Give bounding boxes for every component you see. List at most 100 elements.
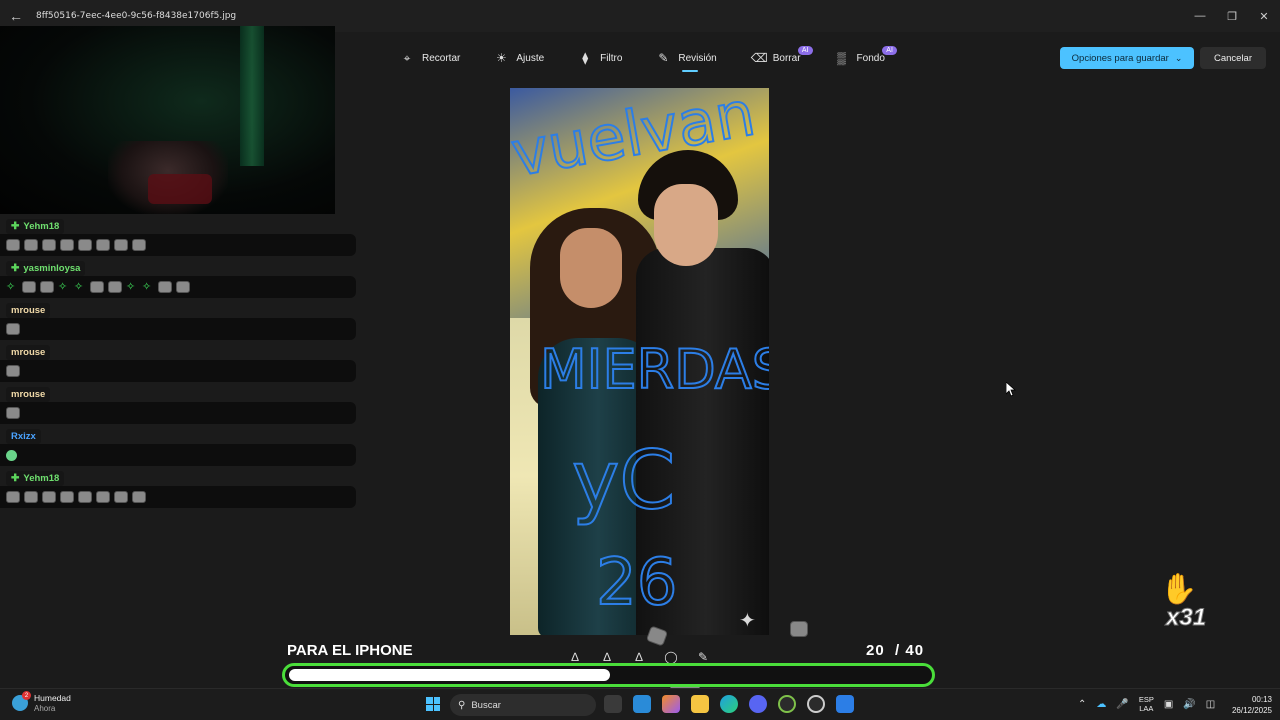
goal-total: / 40 <box>895 642 925 659</box>
cat-emote-icon <box>90 281 104 293</box>
chat-message-body <box>0 318 356 340</box>
stream-chat: ✚ Yehm18 ✚ yasminloysa ✧ ✧ ✧ ✧ ✧ mrouse mrouse mrou… <box>0 216 356 510</box>
chat-username[interactable]: Rxizx <box>6 429 41 444</box>
chat-message: ✚ Yehm18 <box>0 216 356 256</box>
lang-bottom: LAA <box>1139 704 1154 713</box>
webcam-overlay <box>0 26 335 214</box>
microphone-icon[interactable]: 🎤 <box>1116 699 1128 710</box>
edge-icon[interactable] <box>720 695 738 713</box>
touch-draw-icon[interactable]: ✎ <box>696 650 710 664</box>
maximize-icon[interactable]: ❐ <box>1216 0 1248 32</box>
store-icon[interactable] <box>633 695 651 713</box>
cat-emote-icon <box>78 491 92 503</box>
leaf-emote-icon: ✧ <box>58 281 68 293</box>
cat-emote-icon <box>6 323 20 335</box>
copilot-icon[interactable] <box>662 695 680 713</box>
goal-current: 20 <box>866 642 885 659</box>
chat-username[interactable]: mrouse <box>6 303 51 318</box>
handwriting-line-1: vuelvan <box>510 88 760 191</box>
crop-icon: ⌖ <box>403 50 411 65</box>
brightness-icon: ☀ <box>495 51 507 65</box>
tool-crop[interactable]: ⌖ Recortar <box>400 44 461 72</box>
goal-progress-bar <box>282 663 935 687</box>
task-view-icon[interactable] <box>604 695 622 713</box>
volume-icon[interactable]: 🔊 <box>1183 699 1195 710</box>
search-placeholder: Buscar <box>471 699 501 711</box>
discord-icon[interactable] <box>749 695 767 713</box>
tool-eraser[interactable]: ⌫ Borrar AI <box>750 44 813 72</box>
photo-canvas[interactable]: vuelvan MIERDAS yC 26 <box>510 88 769 635</box>
chevron-down-icon: ⌄ <box>1174 52 1183 63</box>
photos-app-icon[interactable] <box>836 695 854 713</box>
handwriting-line-2: MIERDAS <box>540 338 769 401</box>
tool-filter[interactable]: ⧫ Filtro <box>578 44 622 72</box>
language-indicator[interactable]: ESP LAA <box>1139 695 1154 713</box>
pencil-icon[interactable]: ∆ <box>600 650 614 664</box>
minimize-icon[interactable]: — <box>1184 0 1216 32</box>
cat-emote-icon <box>114 491 128 503</box>
username-text: Rxizx <box>11 431 36 442</box>
weather-widget[interactable]: 2 Humedad Ahora <box>12 691 71 713</box>
chat-message-body <box>0 402 356 424</box>
chevron-up-icon[interactable]: ⌃ <box>1078 699 1086 710</box>
cancel-button[interactable]: Cancelar <box>1200 47 1266 69</box>
cat-emote-icon <box>6 239 20 251</box>
cat-emote-icon <box>24 239 38 251</box>
tool-pen[interactable]: ✎ Revisión <box>656 44 717 72</box>
network-icon[interactable]: ▣ <box>1164 699 1173 710</box>
chat-message-body <box>0 234 356 256</box>
cat-emote-icon <box>22 281 36 293</box>
app-icon[interactable] <box>778 695 796 713</box>
tool-background[interactable]: ▒ Fondo AI <box>835 44 897 72</box>
ballpoint-pen-icon[interactable]: ∆ <box>568 650 582 664</box>
cat-emote-icon <box>96 239 110 251</box>
cat-emote-icon <box>132 239 146 251</box>
username-text: mrouse <box>11 305 46 316</box>
save-options-button[interactable]: Opciones para guardar ⌄ <box>1060 47 1194 69</box>
clock[interactable]: 00:13 26/12/2025 <box>1226 694 1272 716</box>
chat-message: mrouse <box>0 342 356 382</box>
handwriting-line-4: 26 <box>596 546 677 620</box>
notification-badge: 2 <box>22 691 31 700</box>
chat-message: ✚ yasminloysa ✧ ✧ ✧ ✧ ✧ <box>0 258 356 298</box>
cat-emote-icon <box>60 491 74 503</box>
chat-username[interactable]: ✚ Yehm18 <box>6 219 65 234</box>
filter-icon: ⧫ <box>582 51 589 65</box>
webcam-light <box>240 26 264 166</box>
cat-emote-icon <box>108 281 122 293</box>
windows-start-icon[interactable] <box>426 697 440 711</box>
pen-icon: ✎ <box>658 51 669 65</box>
chat-message: mrouse <box>0 300 356 340</box>
eraser-icon[interactable]: ◯ <box>664 650 678 664</box>
battery-icon[interactable]: ◫ <box>1206 699 1215 710</box>
cat-emote-icon <box>40 281 54 293</box>
system-tray: ⌃ ☁ 🎤 ESP LAA ▣ 🔊 ◫ <box>1078 695 1215 713</box>
username-text: mrouse <box>11 389 46 400</box>
close-icon[interactable]: ✕ <box>1248 0 1280 32</box>
taskbar-search[interactable]: ⚲ Buscar <box>450 694 596 716</box>
chat-username[interactable]: mrouse <box>6 387 51 402</box>
chat-username[interactable]: ✚ yasminloysa <box>6 261 86 276</box>
chat-username[interactable]: mrouse <box>6 345 51 360</box>
chat-username[interactable]: ✚ Yehm18 <box>6 471 65 486</box>
cat-emote-icon <box>6 407 20 419</box>
gem-emote-icon <box>6 449 17 461</box>
chat-message-body <box>0 486 356 508</box>
sparkle-icon: ✦ <box>739 610 756 632</box>
eraser-icon: ⌫ <box>750 51 768 65</box>
goal-progress-fill <box>289 669 610 681</box>
onedrive-icon[interactable]: ☁ <box>1096 699 1106 710</box>
tool-label: Fondo <box>856 52 885 64</box>
highlighter-icon[interactable]: ∆ <box>632 650 646 664</box>
weather-subtitle: Ahora <box>34 704 56 713</box>
chat-message-body: ✧ ✧ ✧ ✧ ✧ <box>0 276 356 298</box>
pinned-apps <box>604 695 854 713</box>
file-explorer-icon[interactable] <box>691 695 709 713</box>
tool-brightness[interactable]: ☀ Ajuste <box>494 44 544 72</box>
editor-toolbar: ⌖ Recortar ☀ Ajuste ⧫ Filtro ✎ Revisión ⌫ Borrar A… <box>400 44 919 72</box>
cat-emote-icon <box>42 491 56 503</box>
ai-badge: AI <box>797 46 813 55</box>
obs-icon[interactable] <box>807 695 825 713</box>
username-text: Yehm18 <box>23 221 60 232</box>
weather-icon: 2 <box>12 691 31 711</box>
